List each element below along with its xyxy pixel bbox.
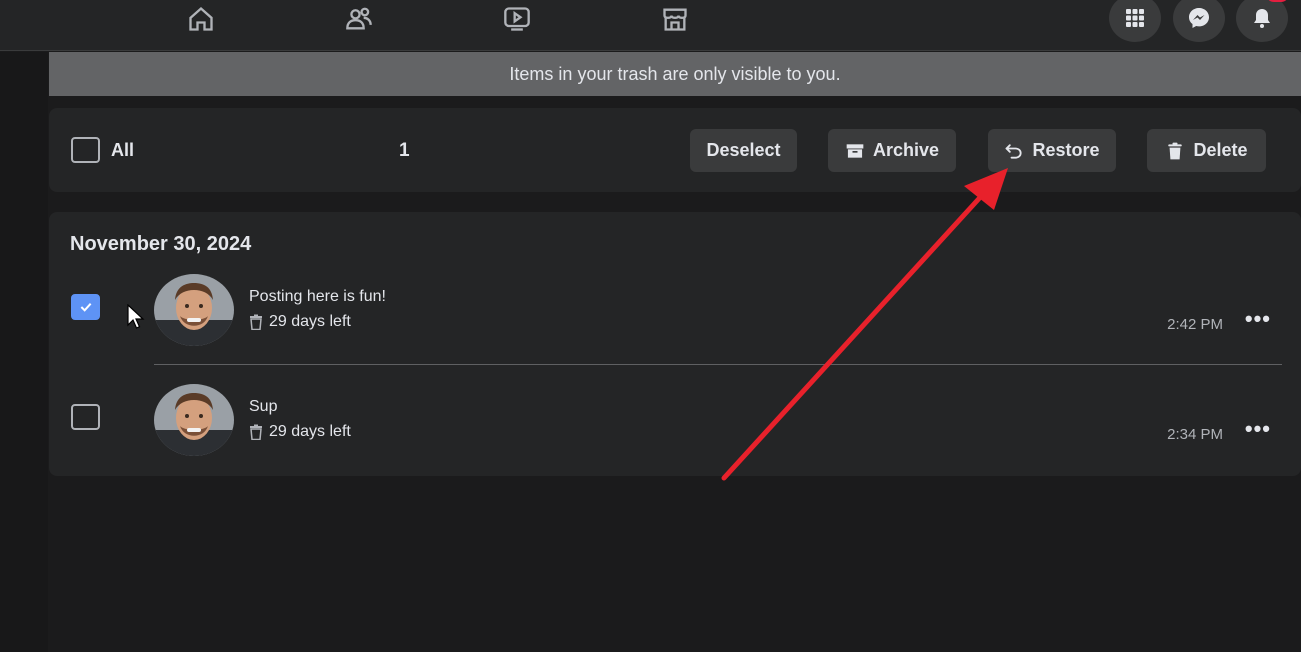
archive-button[interactable]: Archive bbox=[828, 129, 956, 172]
friends-icon[interactable] bbox=[344, 4, 374, 34]
home-icon[interactable] bbox=[186, 4, 216, 34]
trash-info-banner: Items in your trash are only visible to … bbox=[49, 52, 1301, 96]
list-item[interactable]: Sup 29 days left 2:34 PM ••• bbox=[49, 374, 1301, 464]
archive-label: Archive bbox=[872, 140, 940, 160]
days-left-text: 29 days left bbox=[269, 423, 351, 440]
trash-small-icon bbox=[250, 424, 262, 440]
video-icon[interactable] bbox=[502, 4, 532, 34]
notifications-button[interactable]: 20 bbox=[1236, 0, 1290, 42]
more-options-button[interactable]: ••• bbox=[1245, 416, 1271, 442]
checkmark-icon bbox=[80, 302, 91, 312]
delete-button[interactable]: Delete bbox=[1147, 129, 1266, 172]
left-sidebar-edge bbox=[0, 52, 48, 652]
restore-button[interactable]: Restore bbox=[988, 129, 1116, 172]
top-navigation: 20 bbox=[0, 0, 1301, 51]
select-all-label[interactable]: All bbox=[111, 140, 134, 161]
post-text: Sup bbox=[249, 398, 278, 415]
restore-icon bbox=[1006, 143, 1023, 159]
list-item[interactable]: Posting here is fun! 29 days left 2:42 P… bbox=[49, 264, 1301, 354]
trash-items-card: November 30, 2024 Posting here is fun! 2… bbox=[49, 212, 1301, 476]
trash-action-bar: All 1 Deselect Archive Restore Delete bbox=[49, 108, 1301, 192]
trash-small-icon bbox=[250, 314, 262, 330]
restore-label: Restore bbox=[1032, 140, 1100, 160]
archive-icon bbox=[846, 143, 864, 158]
delete-label: Delete bbox=[1193, 140, 1248, 160]
divider bbox=[154, 364, 1282, 365]
item-checkbox-checked[interactable] bbox=[71, 294, 100, 320]
menu-grid-icon bbox=[1126, 9, 1144, 27]
avatar bbox=[154, 384, 234, 456]
avatar bbox=[154, 274, 234, 346]
days-left: 29 days left bbox=[249, 313, 351, 331]
select-all-checkbox[interactable] bbox=[71, 137, 100, 163]
notification-count-badge: 20 bbox=[1266, 0, 1290, 2]
mouse-cursor-icon bbox=[127, 304, 145, 329]
post-text: Posting here is fun! bbox=[249, 288, 386, 305]
menu-grid-button[interactable] bbox=[1109, 0, 1161, 42]
marketplace-icon[interactable] bbox=[660, 4, 690, 34]
trash-icon bbox=[1168, 142, 1183, 159]
deselect-label: Deselect bbox=[706, 140, 781, 160]
days-left-text: 29 days left bbox=[269, 313, 351, 330]
days-left: 29 days left bbox=[249, 423, 351, 441]
messenger-button[interactable] bbox=[1173, 0, 1225, 42]
more-options-button[interactable]: ••• bbox=[1245, 306, 1271, 332]
item-time: 2:42 PM bbox=[1167, 316, 1223, 333]
messenger-icon bbox=[1189, 8, 1209, 28]
selected-count: 1 bbox=[399, 140, 410, 161]
item-time: 2:34 PM bbox=[1167, 426, 1223, 443]
deselect-button[interactable]: Deselect bbox=[690, 129, 797, 172]
bell-icon bbox=[1254, 9, 1270, 28]
item-checkbox[interactable] bbox=[71, 404, 100, 430]
date-heading: November 30, 2024 bbox=[70, 233, 252, 255]
banner-text: Items in your trash are only visible to … bbox=[509, 63, 841, 84]
